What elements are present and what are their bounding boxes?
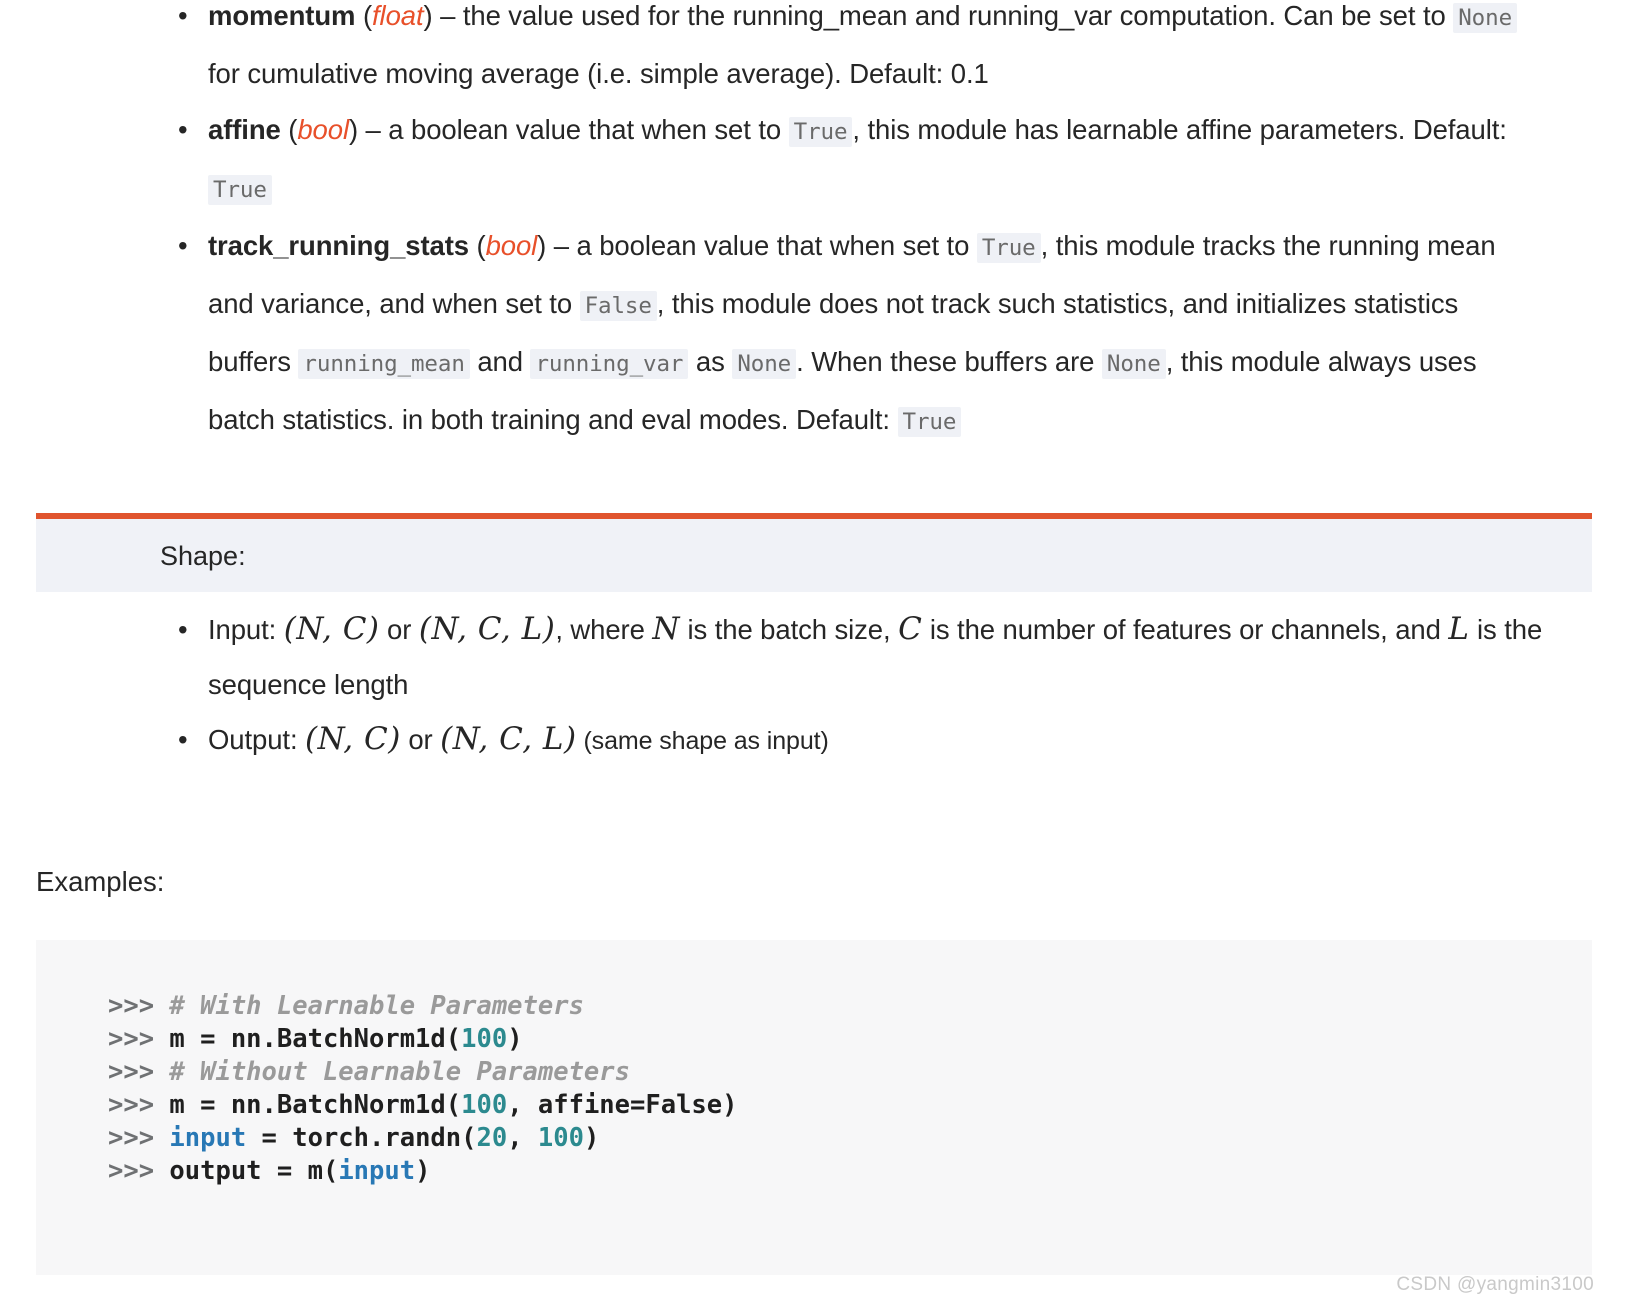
inline-code: running_var — [530, 349, 689, 379]
code-token-plain: , affine=False) — [507, 1090, 738, 1120]
param-desc-5: as — [688, 346, 733, 377]
shape-body: • Input: (N, C) or (N, C, L), where N is … — [36, 592, 1592, 769]
param-desc-2: for cumulative moving average (i.e. simp… — [208, 58, 989, 89]
input-tail-2: is the batch size, — [679, 614, 899, 645]
output-math-nc: (N, C) — [305, 721, 401, 757]
example-code-block[interactable]: >>> # With Learnable Parameters >>> m = n… — [36, 940, 1592, 1275]
param-type: float — [372, 0, 424, 31]
input-label: Input: — [208, 614, 284, 645]
param-momentum: • momentum (float) – the value used for t… — [0, 0, 1628, 102]
code-line: >>> m = nn.BatchNorm1d(100, affine=False… — [108, 1089, 1592, 1122]
param-type: bool — [485, 230, 538, 261]
code-line: >>> # With Learnable Parameters — [108, 990, 1592, 1023]
input-tail-1: , where — [555, 614, 653, 645]
list-bullet-icon: • — [178, 230, 188, 261]
input-math-ncl: (N, C, L) — [418, 611, 556, 647]
code-line: >>> output = m(input) — [108, 1155, 1592, 1188]
code-token-comment: # With Learnable Parameters — [169, 991, 584, 1021]
output-or: or — [400, 724, 441, 755]
prompt-token: >>> — [108, 1156, 170, 1186]
code-lines-container: >>> # With Learnable Parameters >>> m = n… — [108, 990, 1592, 1188]
symbol-c: C — [898, 611, 923, 647]
inline-code: True — [208, 175, 272, 205]
param-name: momentum — [208, 0, 356, 31]
parameter-list: • momentum (float) – the value used for t… — [0, 0, 1628, 450]
input-tail-3: is the number of features or channels, a… — [922, 614, 1449, 645]
shape-admonition: Shape: • Input: (N, C) or (N, C, L), wher… — [36, 513, 1592, 769]
code-token-plain: , — [507, 1123, 538, 1153]
output-math-ncl: (N, C, L) — [440, 721, 577, 757]
symbol-l: L — [1448, 611, 1470, 647]
shape-list: • Input: (N, C) or (N, C, L), where N is … — [36, 602, 1592, 769]
inline-code: None — [1453, 3, 1518, 33]
param-desc-4: and — [469, 346, 531, 377]
prompt-token: >>> — [108, 1090, 170, 1120]
input-math-nc: (N, C) — [283, 611, 380, 647]
param-name: affine — [208, 114, 281, 145]
code-token-builtin: input — [169, 1123, 247, 1153]
input-or: or — [379, 614, 419, 645]
param-desc-6: . When these buffers are — [796, 346, 1102, 377]
param-affine: • affine (bool) – a boolean value that wh… — [0, 102, 1628, 218]
prompt-token: >>> — [108, 1057, 170, 1087]
code-token-builtin: input — [338, 1156, 416, 1186]
param-name: track_running_stats — [208, 230, 469, 261]
code-token-comment: # Without Learnable Parameters — [169, 1057, 630, 1087]
code-token-plain: m = nn.BatchNorm1d( — [169, 1090, 462, 1120]
code-token-number: 20 — [476, 1123, 508, 1153]
code-line: >>> # Without Learnable Parameters — [108, 1056, 1592, 1089]
output-label: Output: — [208, 724, 306, 755]
list-bullet-icon: • — [178, 614, 188, 645]
code-token-plain: ) — [507, 1024, 523, 1054]
param-desc-1: ) – the value used for the running_mean … — [423, 0, 1454, 31]
code-line: >>> input = torch.randn(20, 100) — [108, 1122, 1592, 1155]
inline-code: True — [897, 407, 962, 437]
list-bullet-icon: • — [178, 114, 188, 145]
documentation-page: • momentum (float) – the value used for t… — [0, 0, 1628, 1314]
shape-title: Shape: — [36, 513, 1592, 592]
inline-code: True — [976, 233, 1041, 263]
examples-label: Examples: — [36, 866, 165, 897]
param-type: bool — [297, 114, 349, 145]
code-token-plain: output = m( — [169, 1156, 339, 1186]
inline-code: False — [579, 291, 657, 321]
code-token-plain: ) — [583, 1123, 600, 1153]
inline-code: running_mean — [298, 349, 470, 379]
output-tail: (same shape as input) — [576, 727, 829, 755]
inline-code: None — [1101, 349, 1166, 379]
code-token-plain: ) — [415, 1156, 431, 1186]
inline-code: None — [732, 349, 797, 379]
code-token-plain: m = nn.BatchNorm1d( — [169, 1024, 462, 1054]
prompt-token: >>> — [108, 1123, 170, 1153]
param-track-running-stats: • track_running_stats (bool) – a boolean … — [0, 218, 1628, 450]
prompt-token: >>> — [108, 1024, 170, 1054]
prompt-token: >>> — [108, 991, 170, 1021]
param-desc-1: ) – a boolean value that when set to — [537, 230, 977, 261]
code-line: >>> m = nn.BatchNorm1d(100) — [108, 1023, 1592, 1056]
code-token-number: 100 — [461, 1024, 508, 1054]
code-token-plain: = torch.randn( — [246, 1123, 477, 1153]
param-desc-1: ) – a boolean value that when set to — [348, 114, 789, 145]
code-token-number: 100 — [537, 1123, 584, 1153]
csdn-watermark: CSDN @yangmin3100 — [1396, 1274, 1594, 1295]
code-token-number: 100 — [461, 1090, 508, 1120]
shape-item-output: • Output: (N, C) or (N, C, L) (same shape… — [36, 712, 1592, 769]
param-desc-2: , this module has learnable affine param… — [852, 114, 1507, 145]
list-bullet-icon: • — [178, 724, 188, 755]
shape-item-input: • Input: (N, C) or (N, C, L), where N is … — [36, 602, 1592, 712]
list-bullet-icon: • — [178, 0, 188, 31]
inline-code: True — [788, 117, 853, 147]
symbol-n: N — [652, 611, 680, 647]
